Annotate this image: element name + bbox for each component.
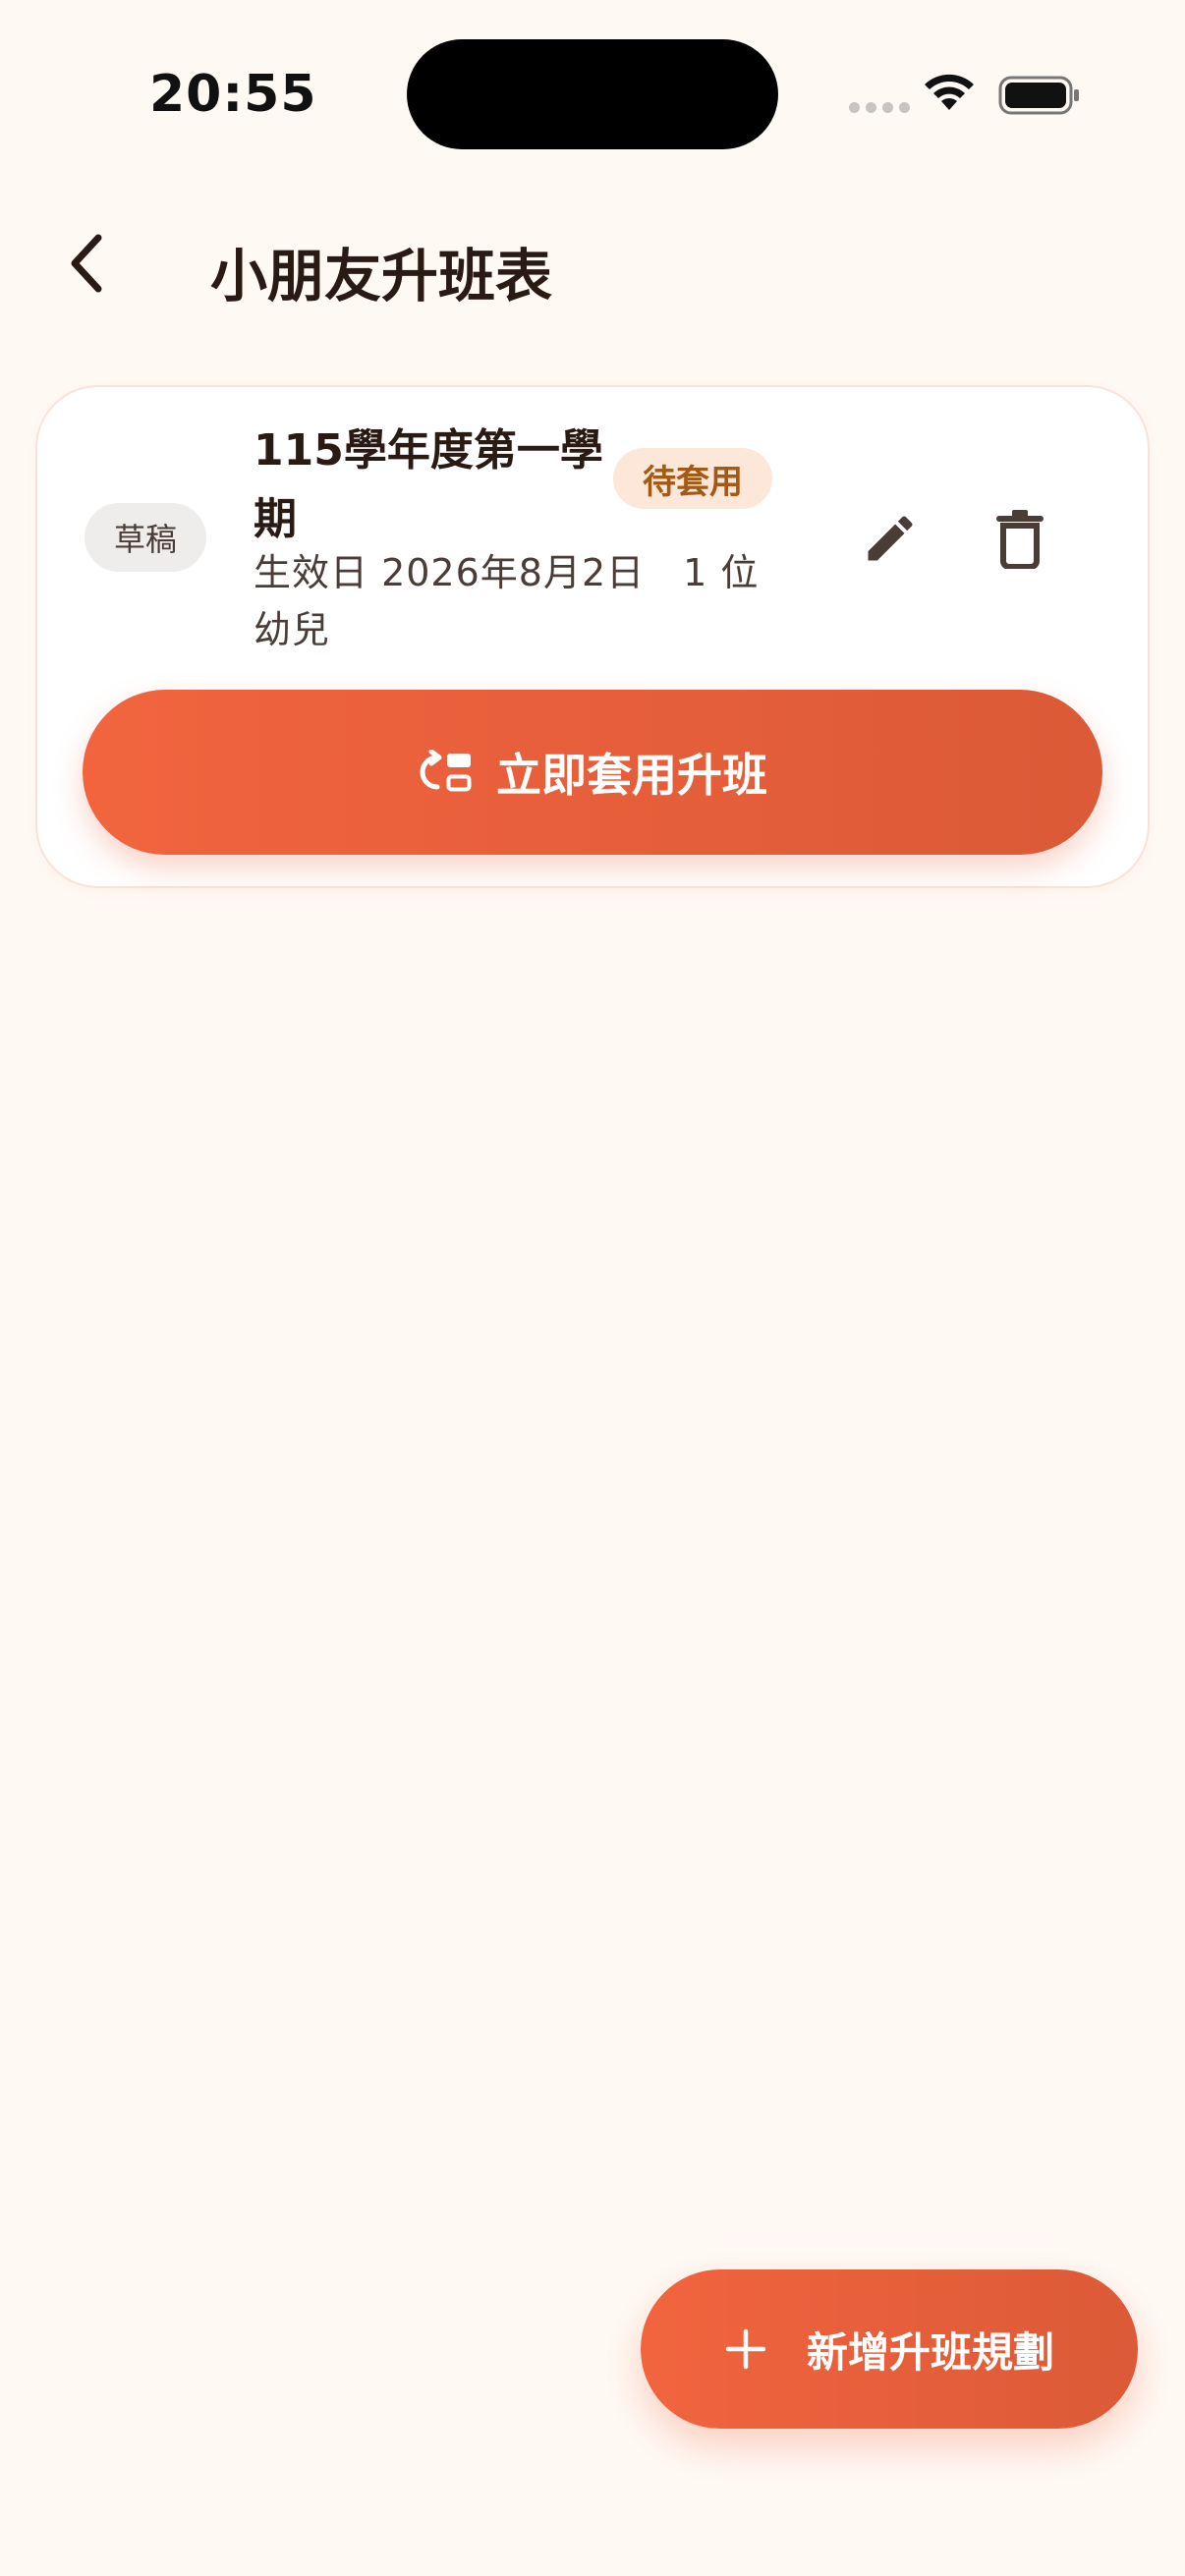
apply-button-label: 立即套用升班 — [496, 749, 767, 802]
plan-meta: 生效日 2026年8月2日 1 位幼兒 — [254, 551, 760, 651]
plus-icon — [725, 2328, 766, 2370]
chevron-left-icon — [71, 234, 102, 293]
app-screen: 20:55 小朋友升班表 草稿 115學年度第一學期 待套用 生效日 2026年… — [0, 0, 1185, 2576]
pending-badge: 待套用 — [613, 448, 772, 509]
edit-button[interactable] — [851, 499, 930, 578]
fab-label: 新增升班規劃 — [806, 2327, 1054, 2377]
dynamic-island — [407, 39, 778, 149]
plan-title: 115學年度第一學期 — [254, 425, 603, 544]
page-title: 小朋友升班表 — [210, 243, 553, 309]
add-plan-fab[interactable]: 新增升班規劃 — [641, 2269, 1138, 2429]
draft-status-badge: 草稿 — [85, 503, 206, 572]
apply-promotion-button[interactable]: 立即套用升班 — [83, 690, 1102, 855]
apply-swap-icon — [420, 750, 472, 792]
pencil-icon — [868, 516, 913, 561]
status-time: 20:55 — [149, 65, 317, 124]
delete-button[interactable] — [981, 499, 1059, 578]
promotion-plan-card: 草稿 115學年度第一學期 待套用 生效日 2026年8月2日 1 位幼兒 立即… — [35, 385, 1150, 888]
cellular-signal-icon — [849, 102, 910, 113]
wifi-icon — [925, 74, 974, 110]
back-button[interactable] — [47, 224, 126, 303]
battery-icon — [998, 76, 1079, 115]
trash-icon — [996, 510, 1044, 569]
